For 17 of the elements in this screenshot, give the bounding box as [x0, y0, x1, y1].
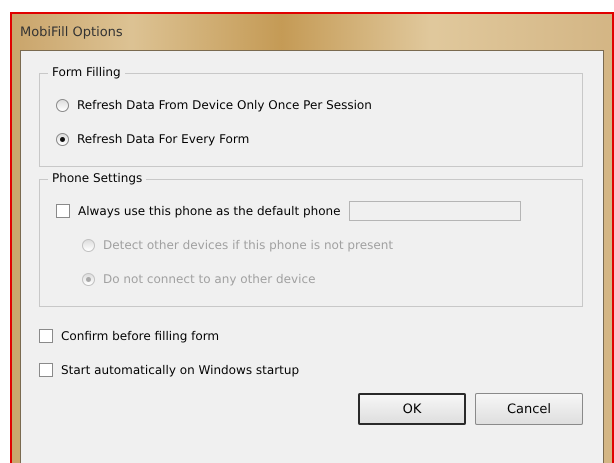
checkbox-label: Start automatically on Windows startup: [61, 363, 300, 377]
window-title: MobiFill Options: [20, 24, 123, 40]
option-label: Detect other devices if this phone is not present: [103, 238, 394, 252]
dialog-button[interactable]: OK: [358, 393, 466, 425]
checkbox[interactable]: [39, 363, 53, 377]
radio-button[interactable]: [56, 132, 69, 146]
group-title: Form Filling: [48, 65, 125, 79]
checkbox-label: Always use this phone as the default phone: [78, 204, 341, 218]
option-label: Refresh Data For Every Form: [77, 132, 250, 146]
checkbox[interactable]: [39, 329, 53, 343]
dialog-button[interactable]: Cancel: [475, 393, 583, 425]
option-label: Refresh Data From Device Only Once Per Session: [77, 98, 372, 112]
checkbox-label: Confirm before filling form: [61, 329, 220, 343]
group-title: Phone Settings: [48, 171, 146, 185]
option-label: Do not connect to any other device: [103, 272, 316, 286]
radio-button[interactable]: [56, 98, 69, 112]
checkbox[interactable]: [56, 204, 70, 218]
